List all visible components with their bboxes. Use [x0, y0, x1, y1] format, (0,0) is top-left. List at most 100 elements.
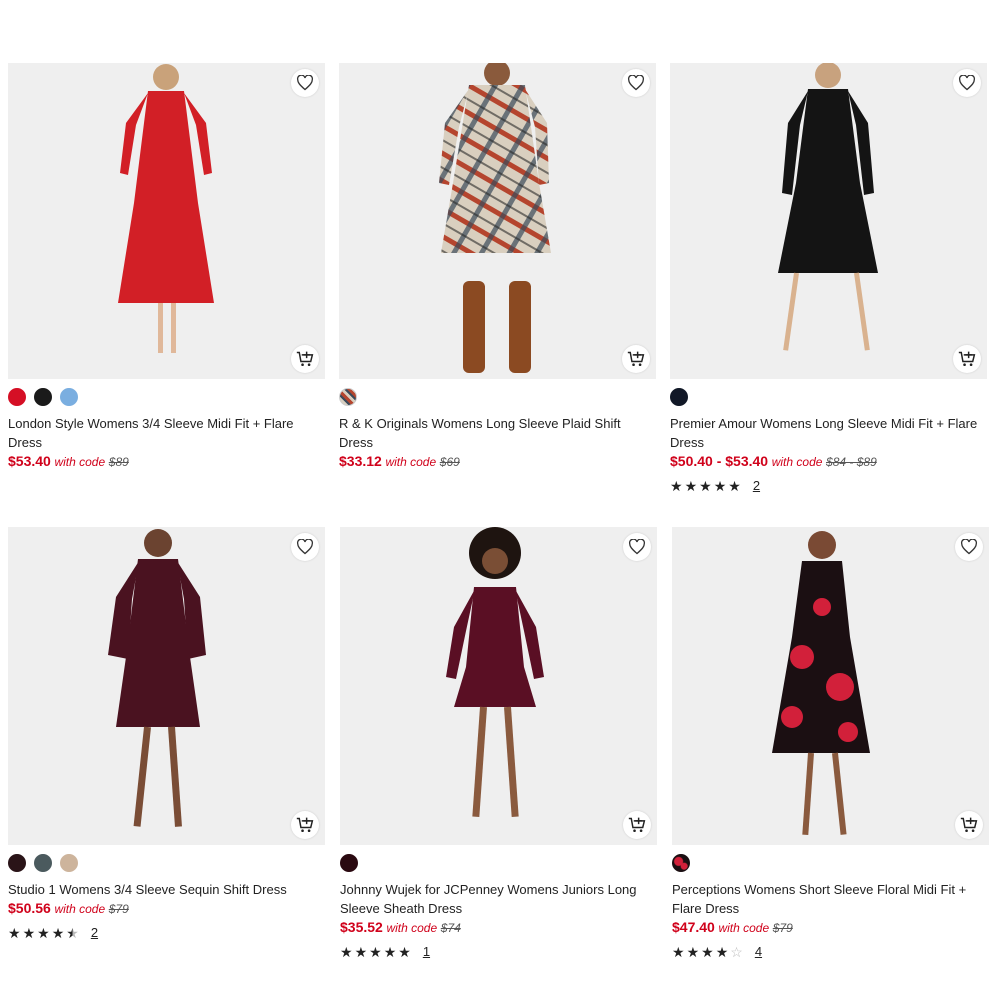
product-title[interactable]: Johnny Wujek for JCPenney Womens Juniors… — [340, 880, 657, 918]
color-swatches — [339, 388, 656, 408]
heart-icon[interactable] — [291, 69, 319, 97]
color-swatch[interactable] — [8, 854, 26, 872]
price-line: $50.56 with code $79 — [8, 899, 325, 919]
color-swatch[interactable] — [60, 854, 78, 872]
star-icon: ★ — [340, 943, 353, 960]
original-price: $79 — [772, 921, 793, 935]
product-card[interactable]: Premier Amour Womens Long Sleeve Midi Fi… — [670, 63, 987, 493]
product-image[interactable] — [340, 527, 657, 845]
color-swatches — [340, 854, 657, 874]
original-price: $89 — [108, 455, 129, 469]
add-to-cart-icon[interactable] — [623, 811, 651, 839]
price-line: $50.40 - $53.40 with code $84 - $89 — [670, 452, 987, 472]
original-price: $74 — [440, 921, 461, 935]
price-line: $35.52 with code $74 — [340, 918, 657, 938]
with-code-label: with code — [54, 902, 106, 916]
color-swatches — [8, 854, 325, 874]
with-code-label: with code — [771, 455, 823, 469]
original-price: $84 - $89 — [826, 455, 877, 469]
add-to-cart-icon[interactable] — [291, 811, 319, 839]
with-code-label: with code — [385, 455, 437, 469]
product-image[interactable] — [8, 527, 325, 845]
product-photo — [340, 527, 657, 845]
heart-icon[interactable] — [623, 533, 651, 561]
with-code-label: with code — [718, 921, 770, 935]
color-swatch[interactable] — [60, 388, 78, 406]
star-icon: ★ — [22, 924, 36, 941]
color-swatches — [672, 854, 989, 874]
sale-price: $50.40 - $53.40 — [670, 453, 769, 469]
star-icon: ★ — [670, 477, 683, 494]
star-icon: ★ — [383, 943, 397, 960]
sale-price: $47.40 — [672, 919, 715, 935]
original-price: $69 — [439, 455, 460, 469]
add-to-cart-icon[interactable] — [953, 345, 981, 373]
product-card[interactable]: R & K Originals Womens Long Sleeve Plaid… — [339, 63, 656, 472]
product-image[interactable] — [339, 63, 656, 379]
sale-price: $33.12 — [339, 453, 382, 469]
add-to-cart-icon[interactable] — [622, 345, 650, 373]
star-icon: ★ — [715, 943, 729, 960]
star-icon: ★ — [684, 477, 698, 494]
review-count-link[interactable]: 2 — [91, 925, 98, 940]
product-image[interactable] — [672, 527, 989, 845]
star-icon: ★ — [713, 477, 727, 494]
sale-price: $53.40 — [8, 453, 51, 469]
heart-icon[interactable] — [955, 533, 983, 561]
product-photo — [8, 63, 325, 379]
star-rating: ★ ★ ★ ★ ★ 2 — [8, 925, 325, 940]
product-title[interactable]: Studio 1 Womens 3/4 Sleeve Sequin Shift … — [8, 880, 325, 899]
half-star-icon: ★ — [66, 924, 79, 941]
star-rating: ★ ★ ★ ★ ★ 1 — [340, 944, 657, 959]
product-image[interactable] — [8, 63, 325, 379]
original-price: $79 — [108, 902, 129, 916]
review-count-link[interactable]: 4 — [755, 944, 762, 959]
product-card[interactable]: Perceptions Womens Short Sleeve Floral M… — [672, 527, 989, 959]
product-title[interactable]: London Style Womens 3/4 Sleeve Midi Fit … — [8, 414, 325, 452]
color-swatch[interactable] — [670, 388, 688, 406]
color-swatches — [8, 388, 325, 408]
sale-price: $35.52 — [340, 919, 383, 935]
product-title[interactable]: R & K Originals Womens Long Sleeve Plaid… — [339, 414, 656, 452]
sale-price: $50.56 — [8, 900, 51, 916]
star-icon: ★ — [51, 924, 65, 941]
star-rating: ★ ★ ★ ★ ☆ 4 — [672, 944, 989, 959]
with-code-label: with code — [54, 455, 106, 469]
product-card[interactable]: Studio 1 Womens 3/4 Sleeve Sequin Shift … — [8, 527, 325, 940]
color-swatch[interactable] — [34, 854, 52, 872]
color-swatches — [670, 388, 987, 408]
star-icon: ★ — [8, 924, 21, 941]
star-rating: ★ ★ ★ ★ ★ 2 — [670, 478, 987, 493]
empty-star-icon: ☆ — [730, 943, 743, 960]
product-title[interactable]: Perceptions Womens Short Sleeve Floral M… — [672, 880, 989, 918]
product-grid: London Style Womens 3/4 Sleeve Midi Fit … — [0, 0, 1000, 1000]
star-icon: ★ — [686, 943, 700, 960]
product-card[interactable]: London Style Womens 3/4 Sleeve Midi Fit … — [8, 63, 325, 472]
star-icon: ★ — [728, 477, 741, 494]
review-count-link[interactable]: 1 — [423, 944, 430, 959]
with-code-label: with code — [386, 921, 438, 935]
star-icon: ★ — [701, 943, 714, 960]
color-swatch[interactable] — [34, 388, 52, 406]
product-photo — [670, 63, 987, 379]
plaid-swatch[interactable] — [339, 388, 357, 406]
product-card[interactable]: Johnny Wujek for JCPenney Womens Juniors… — [340, 527, 657, 959]
add-to-cart-icon[interactable] — [955, 811, 983, 839]
product-photo — [339, 63, 656, 379]
star-icon: ★ — [699, 477, 712, 494]
star-icon: ★ — [672, 943, 685, 960]
add-to-cart-icon[interactable] — [291, 345, 319, 373]
product-photo — [8, 527, 325, 845]
heart-icon[interactable] — [953, 69, 981, 97]
heart-icon[interactable] — [291, 533, 319, 561]
star-icon: ★ — [37, 924, 50, 941]
color-swatch[interactable] — [8, 388, 26, 406]
star-icon: ★ — [398, 943, 411, 960]
product-image[interactable] — [670, 63, 987, 379]
heart-icon[interactable] — [622, 69, 650, 97]
color-swatch[interactable] — [340, 854, 358, 872]
price-line: $53.40 with code $89 — [8, 452, 325, 472]
product-title[interactable]: Premier Amour Womens Long Sleeve Midi Fi… — [670, 414, 987, 452]
review-count-link[interactable]: 2 — [753, 478, 760, 493]
floral-swatch[interactable] — [672, 854, 690, 872]
